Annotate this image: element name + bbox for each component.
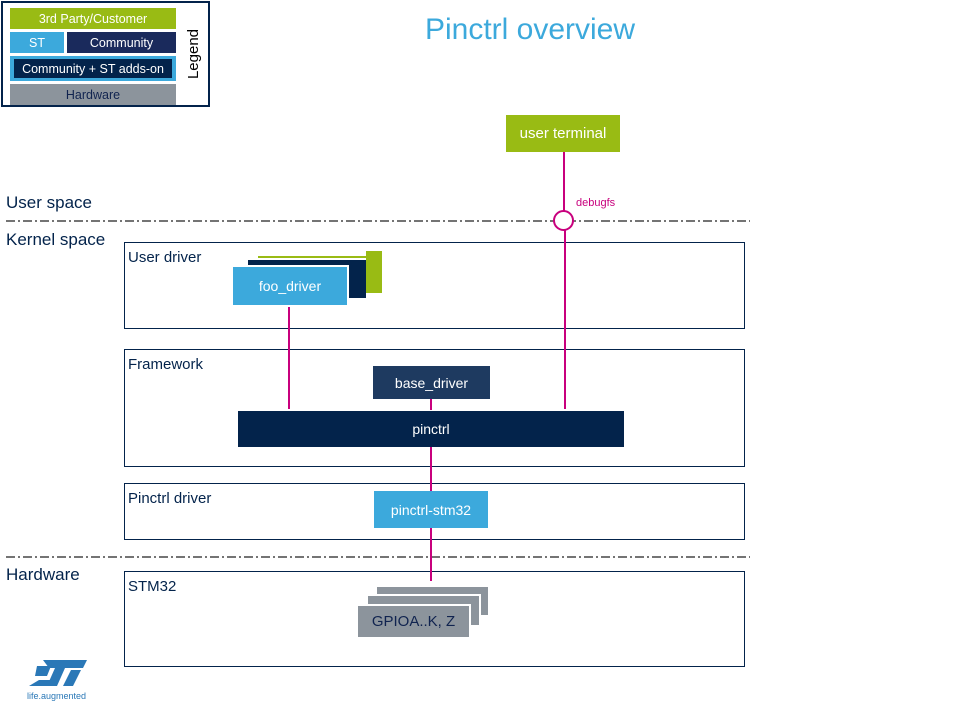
user-kernel-separator	[6, 220, 750, 222]
stm32-gpio-wire	[430, 528, 432, 581]
foo-driver-node: foo_driver	[231, 265, 349, 307]
legend-community: Community	[67, 32, 176, 53]
legend-title: Legend	[184, 28, 202, 80]
user-terminal-node: user terminal	[506, 115, 620, 152]
legend-community-st-addons: Community + ST adds-on	[14, 59, 172, 78]
user-driver-layer: User driver	[124, 242, 745, 329]
debugfs-interface-icon	[553, 210, 574, 231]
stack-gap	[258, 251, 366, 256]
logo-tagline: life.augmented	[27, 691, 87, 701]
legend-st: ST	[10, 32, 64, 53]
page-title: Pinctrl overview	[424, 13, 636, 46]
gpio-node: GPIOA..K, Z	[356, 604, 471, 639]
user-space-label: User space	[6, 193, 92, 212]
foo-pinctrl-wire	[288, 306, 290, 409]
pinctrl-driver-label: Pinctrl driver	[128, 490, 212, 507]
pinctrl-node: pinctrl	[238, 411, 624, 447]
pinctrl-stm32-node: pinctrl-stm32	[374, 491, 488, 528]
user-driver-label: User driver	[128, 249, 202, 266]
pinctrl-stm32-wire	[430, 446, 432, 492]
debugfs-label: debugfs	[576, 197, 616, 209]
framework-label: Framework	[128, 356, 204, 373]
st-logo-icon	[29, 660, 87, 686]
legend: 3rd Party/Customer ST Community Communit…	[1, 1, 210, 107]
kernel-hardware-separator	[6, 556, 750, 558]
kernel-space-label: Kernel space	[6, 230, 106, 249]
base-driver-node: base_driver	[373, 366, 490, 399]
base-pinctrl-wire	[430, 398, 432, 410]
debugfs-pinctrl-wire	[564, 230, 566, 409]
legend-hardware: Hardware	[10, 84, 176, 105]
legend-third-party: 3rd Party/Customer	[10, 8, 176, 29]
terminal-debugfs-wire	[563, 151, 565, 212]
stm32-label: STM32	[128, 578, 177, 595]
hardware-space-label: Hardware	[6, 565, 80, 584]
